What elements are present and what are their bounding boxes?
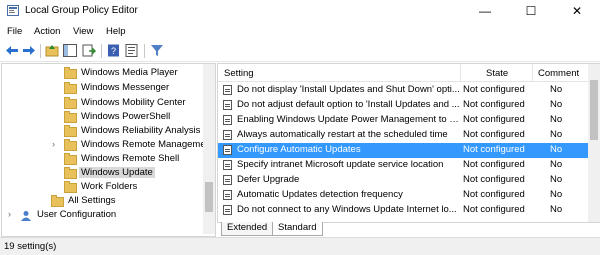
expand-chevron-icon[interactable]: › <box>8 209 11 219</box>
tree-item-windows-mobility-center[interactable]: Windows Mobility Center <box>2 97 202 111</box>
menu-view[interactable]: View <box>73 26 93 37</box>
filter-icon[interactable] <box>150 44 164 57</box>
expand-chevron-icon[interactable]: › <box>52 139 55 149</box>
tree-item-windows-media-player[interactable]: Windows Media Player <box>2 67 202 81</box>
column-header-state[interactable]: State <box>486 68 508 79</box>
menu-file[interactable]: File <box>7 26 22 37</box>
close-button[interactable]: ✕ <box>554 0 600 22</box>
list-row[interactable]: Do not display 'Install Updates and Shut… <box>218 83 600 98</box>
policy-setting-icon <box>223 190 232 200</box>
toolbar-separator <box>40 44 41 58</box>
user-configuration-icon <box>20 210 32 225</box>
folder-icon <box>64 97 77 109</box>
toolbar: ? <box>0 41 600 62</box>
console-tree[interactable]: Windows Media Player Windows Messenger W… <box>1 63 216 237</box>
list-row[interactable]: Enabling Windows Update Power Management… <box>218 113 600 128</box>
policy-setting-icon <box>223 160 232 170</box>
folder-icon <box>64 139 77 151</box>
policy-setting-icon <box>223 175 232 185</box>
tree-item-windows-remote-management[interactable]: › Windows Remote Manageme <box>2 139 206 153</box>
settings-list[interactable]: Setting State Comment Do not display 'In… <box>217 63 600 223</box>
list-row-selected[interactable]: Configure Automatic Updates Not configur… <box>218 143 600 158</box>
help-icon[interactable]: ? <box>107 44 121 57</box>
menu-help[interactable]: Help <box>106 26 126 37</box>
status-bar: 19 setting(s) <box>0 237 600 255</box>
menu-action[interactable]: Action <box>34 26 60 37</box>
list-row[interactable]: Automatic Updates detection frequency No… <box>218 188 600 203</box>
up-folder-icon[interactable] <box>45 44 59 57</box>
list-row[interactable]: Always automatically restart at the sche… <box>218 128 600 143</box>
tab-standard[interactable]: Standard <box>272 222 323 236</box>
folder-icon <box>64 181 77 193</box>
column-divider[interactable] <box>532 64 533 81</box>
column-header-setting[interactable]: Setting <box>224 68 254 79</box>
show-hide-tree-icon[interactable] <box>63 44 77 57</box>
policy-setting-icon <box>223 145 232 155</box>
toolbar-separator <box>144 44 145 58</box>
maximize-button[interactable]: ☐ <box>508 0 554 22</box>
export-list-icon[interactable] <box>82 44 97 57</box>
policy-setting-icon <box>223 130 232 140</box>
toolbar-separator <box>101 44 102 58</box>
policy-setting-icon <box>223 205 232 215</box>
tree-item-windows-reliability-analysis[interactable]: Windows Reliability Analysis <box>2 125 202 139</box>
list-row[interactable]: Specify intranet Microsoft update servic… <box>218 158 600 173</box>
column-divider[interactable] <box>460 64 461 81</box>
list-row[interactable]: Do not adjust default option to 'Install… <box>218 98 600 113</box>
tree-item-windows-remote-shell[interactable]: Windows Remote Shell <box>2 153 202 167</box>
folder-icon <box>64 67 77 79</box>
column-header-comment[interactable]: Comment <box>538 68 579 79</box>
policy-setting-icon <box>223 85 232 95</box>
folder-icon <box>64 125 77 137</box>
svg-text:?: ? <box>111 46 116 56</box>
list-vertical-scrollbar[interactable] <box>588 64 600 222</box>
list-header: Setting State Comment <box>218 64 600 82</box>
policy-editor-app-icon <box>7 5 19 16</box>
forward-arrow-icon[interactable] <box>22 44 36 57</box>
folder-icon <box>51 195 64 207</box>
back-arrow-icon[interactable] <box>5 44 19 57</box>
tree-item-user-configuration[interactable]: › User Configuration <box>2 209 202 223</box>
list-row[interactable]: Do not connect to any Windows Update Int… <box>218 203 600 218</box>
minimize-button[interactable]: — <box>462 0 508 22</box>
window-title: Local Group Policy Editor <box>25 5 138 16</box>
policy-setting-icon <box>223 100 232 110</box>
title-bar: Local Group Policy Editor — ☐ ✕ <box>0 0 600 22</box>
tree-item-work-folders[interactable]: Work Folders <box>2 181 202 195</box>
status-text: 19 setting(s) <box>4 241 57 252</box>
tree-item-windows-update[interactable]: Windows Update <box>2 167 202 181</box>
list-scroll-thumb[interactable] <box>590 80 598 140</box>
tree-item-windows-messenger[interactable]: Windows Messenger <box>2 82 202 96</box>
policy-setting-icon <box>223 115 232 125</box>
tree-item-all-settings[interactable]: All Settings <box>2 195 202 209</box>
folder-icon <box>64 82 77 94</box>
properties-icon[interactable] <box>125 44 139 57</box>
folder-icon <box>64 111 77 123</box>
folder-icon <box>64 153 77 165</box>
tree-item-windows-powershell[interactable]: Windows PowerShell <box>2 111 202 125</box>
list-row[interactable]: Defer Upgrade Not configured No <box>218 173 600 188</box>
tab-extended[interactable]: Extended <box>221 222 274 236</box>
tree-scroll-thumb[interactable] <box>205 182 213 212</box>
tree-vertical-scrollbar[interactable] <box>203 64 215 234</box>
folder-icon <box>64 167 77 179</box>
menu-bar: File Action View Help <box>0 23 600 40</box>
